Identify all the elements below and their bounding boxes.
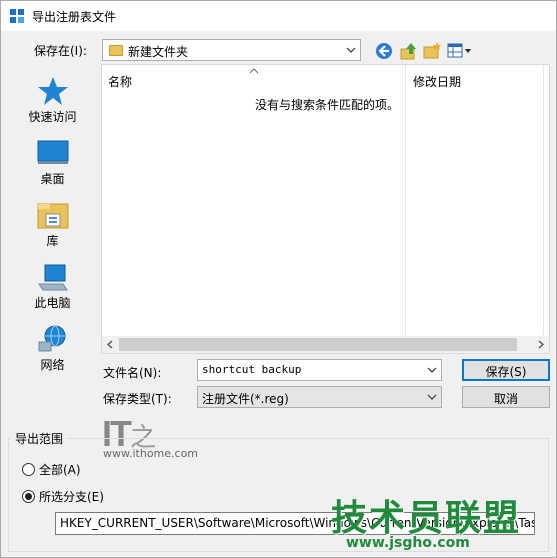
file-list[interactable]: 名称 修改日期 没有与搜索条件匹配的项。 bbox=[101, 64, 550, 354]
place-label: 库 bbox=[46, 234, 59, 248]
radio-all-label[interactable]: 全部(A) bbox=[39, 461, 81, 478]
radio-selected-label[interactable]: 所选分支(E) bbox=[39, 488, 104, 505]
chevron-down-icon bbox=[427, 394, 437, 400]
place-desktop[interactable]: 桌面 bbox=[8, 132, 97, 192]
network-icon bbox=[38, 325, 66, 352]
save-in-dropdown[interactable]: 新建文件夹 bbox=[102, 39, 361, 61]
view-menu-icon[interactable] bbox=[447, 41, 473, 61]
back-icon[interactable] bbox=[374, 41, 394, 61]
place-label: 网络 bbox=[40, 358, 65, 372]
chevron-down-icon bbox=[427, 367, 437, 373]
radio-selected-dot bbox=[25, 493, 32, 500]
save-in-label: 保存在(I): bbox=[34, 44, 87, 58]
filename-value: shortcut backup bbox=[202, 363, 302, 376]
export-registry-dialog: 导出注册表文件 保存在(I): 新建文件夹 快速访问 桌面 库 此电脑 网络 名… bbox=[0, 0, 557, 558]
save-in-value: 新建文件夹 bbox=[128, 45, 189, 59]
filetype-label: 保存类型(T): bbox=[103, 392, 172, 406]
place-this-pc[interactable]: 此电脑 bbox=[8, 256, 97, 316]
place-label: 此电脑 bbox=[34, 296, 71, 310]
jsgho-url: www.jsgho.com bbox=[346, 535, 470, 551]
regedit-icon bbox=[10, 9, 24, 23]
star-icon bbox=[38, 77, 68, 105]
desktop-icon bbox=[37, 140, 69, 164]
places-bar: 快速访问 桌面 库 此电脑 网络 bbox=[8, 64, 97, 384]
up-folder-icon[interactable] bbox=[399, 41, 419, 61]
new-folder-icon[interactable] bbox=[422, 41, 442, 61]
place-library[interactable]: 库 bbox=[8, 194, 97, 254]
library-icon bbox=[37, 203, 69, 229]
sort-ascending-icon bbox=[250, 68, 258, 74]
save-button[interactable]: 保存(S) bbox=[462, 359, 550, 381]
scroll-right-icon[interactable] bbox=[536, 340, 545, 349]
place-label: 快速访问 bbox=[28, 110, 77, 124]
place-quick-access[interactable]: 快速访问 bbox=[8, 70, 97, 130]
export-range-title: 导出范围 bbox=[11, 430, 68, 447]
column-header-modified[interactable]: 修改日期 bbox=[413, 73, 461, 99]
window-title: 导出注册表文件 bbox=[32, 10, 117, 24]
radio-all[interactable] bbox=[22, 463, 35, 476]
column-divider bbox=[405, 65, 406, 335]
jsgho-watermark: 技术员联盟 bbox=[331, 498, 522, 539]
scrollbar-thumb[interactable] bbox=[119, 338, 517, 351]
computer-icon bbox=[38, 264, 68, 291]
column-header-name[interactable]: 名称 bbox=[108, 73, 132, 99]
column-divider bbox=[543, 65, 544, 335]
filetype-dropdown[interactable]: 注册文件(*.reg) bbox=[197, 386, 442, 408]
cancel-button[interactable]: 取消 bbox=[462, 386, 550, 408]
place-label: 桌面 bbox=[40, 172, 65, 186]
empty-message: 没有与搜索条件匹配的项。 bbox=[255, 98, 400, 112]
folder-icon bbox=[109, 45, 123, 56]
place-network[interactable]: 网络 bbox=[8, 318, 97, 378]
scroll-left-icon[interactable] bbox=[106, 340, 115, 349]
filename-input[interactable]: shortcut backup bbox=[197, 359, 442, 381]
radio-selected-branch[interactable] bbox=[22, 490, 35, 503]
title-bar: 导出注册表文件 bbox=[1, 1, 556, 31]
filename-label: 文件名(N): bbox=[103, 366, 162, 380]
filetype-value: 注册文件(*.reg) bbox=[202, 392, 289, 406]
horizontal-scrollbar[interactable] bbox=[102, 336, 549, 353]
chevron-down-icon bbox=[346, 47, 356, 53]
